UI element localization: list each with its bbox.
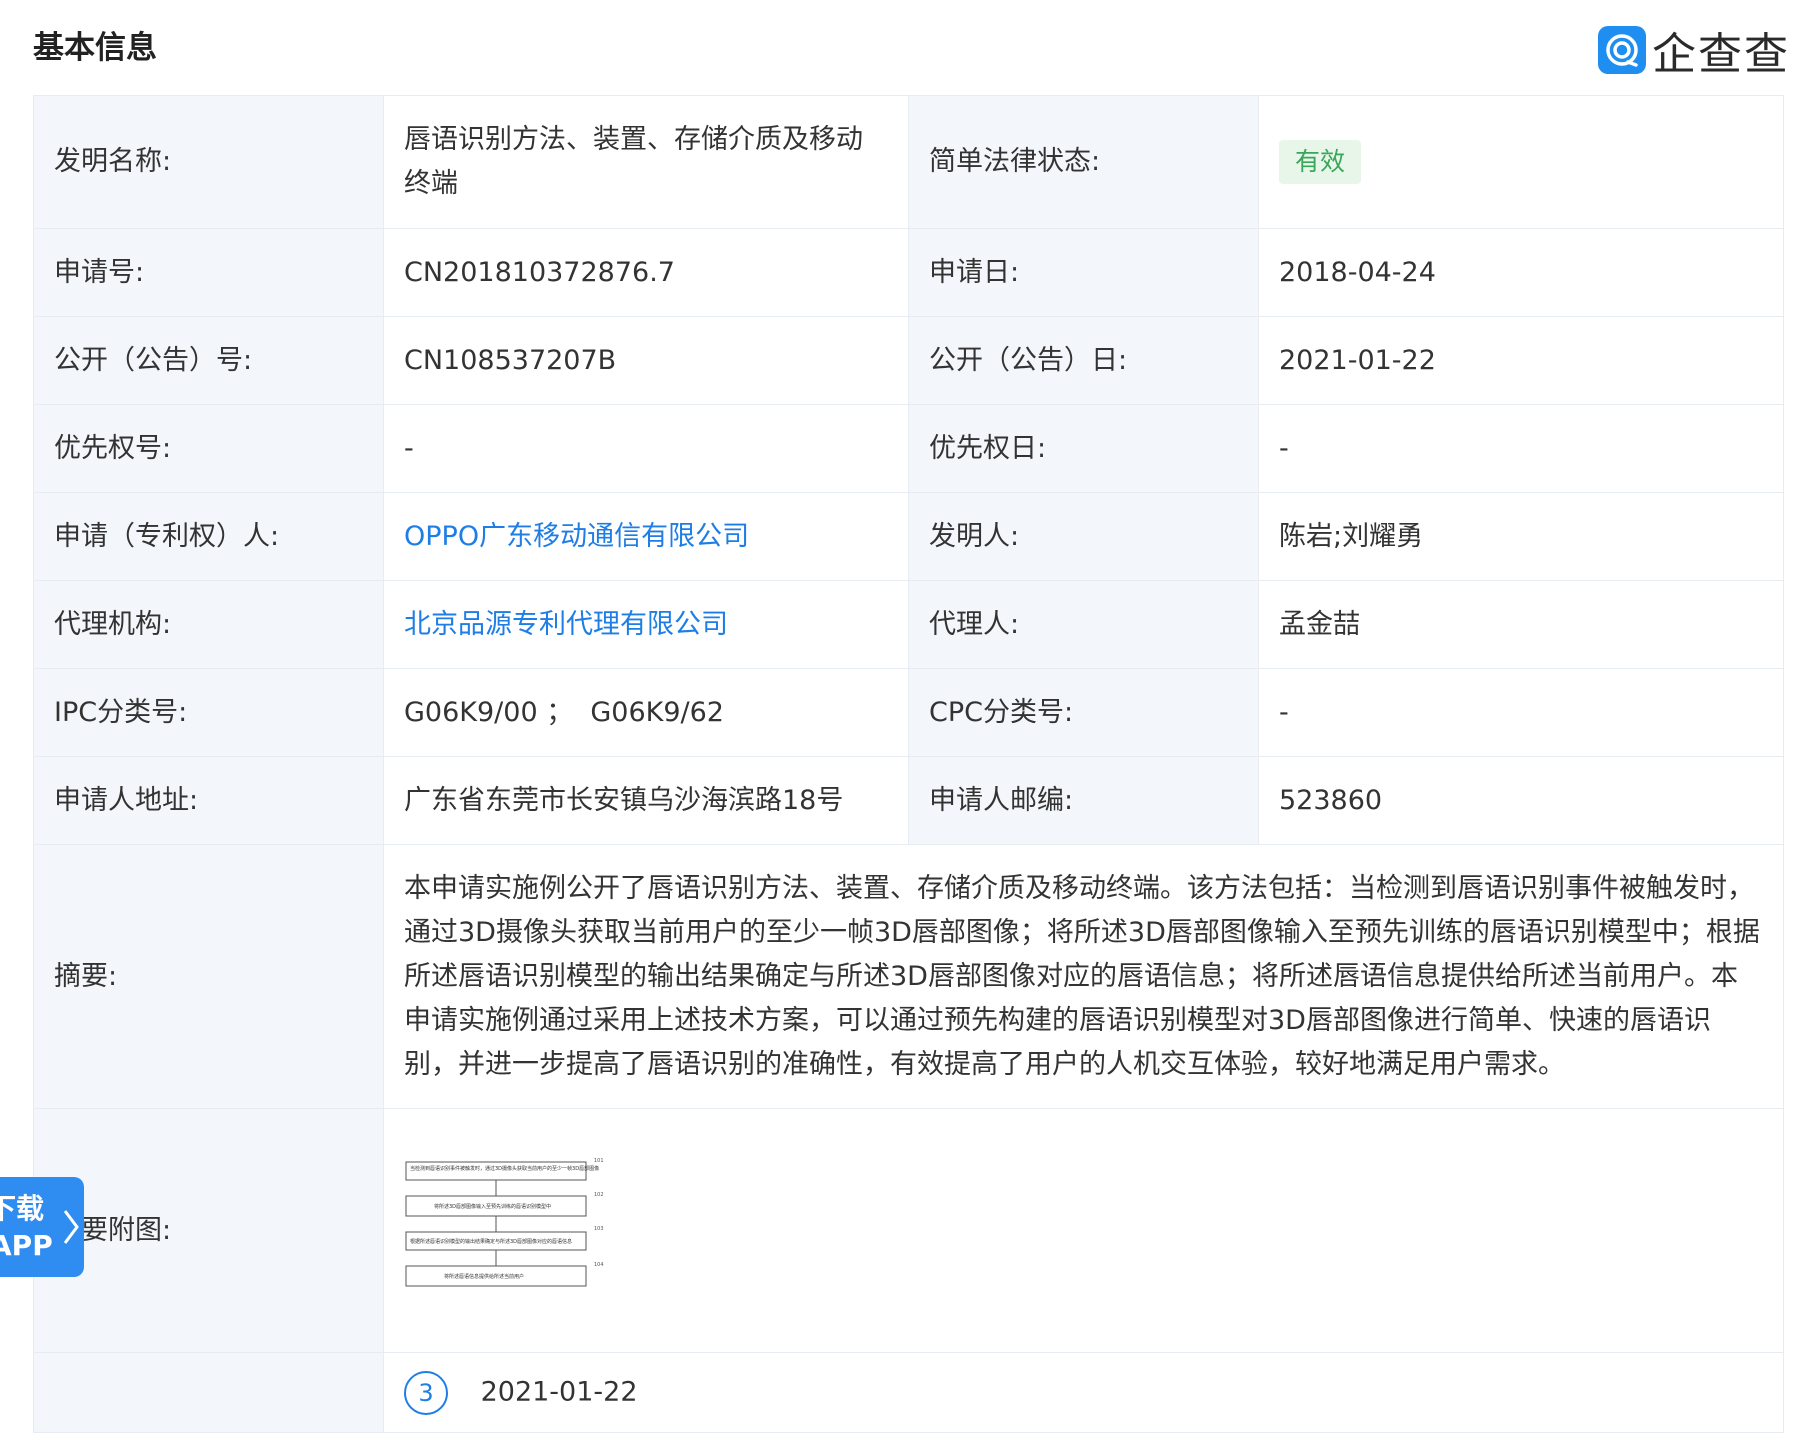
page-title: 基本信息 — [33, 30, 157, 66]
abstract-figure[interactable]: 当检测到唇语识别事件被触发时，通过3D摄像头获取当前用户的至少一帧3D唇部图像 … — [404, 1156, 614, 1306]
download-app-line1: 下载 — [0, 1192, 45, 1225]
publication-date-value: 2021-01-22 — [1258, 316, 1784, 405]
table-row: 3 2021-01-22 — [33, 1352, 1784, 1433]
table-row: 发明名称: 唇语识别方法、装置、存储介质及移动终端 简单法律状态: 有效 — [33, 95, 1784, 229]
field-label: IPC分类号: — [33, 668, 384, 757]
flow-step-num: 104 — [594, 1262, 604, 1268]
table-row: 申请人地址: 广东省东莞市长安镇乌沙海滨路18号 申请人邮编: 523860 — [33, 756, 1784, 845]
field-label: 代理机构: — [33, 580, 384, 669]
flow-step-num: 101 — [594, 1158, 604, 1164]
flow-step-text: 将所述唇语信息提供给所述当前用户 — [444, 1273, 524, 1280]
flow-step-text: 根据所述唇语识别模型的输出结果确定与所述3D唇部图像对应的唇语信息 — [410, 1238, 572, 1245]
field-label: 公开（公告）日: — [908, 316, 1259, 405]
agency-link[interactable]: 北京品源专利代理有限公司 — [404, 609, 728, 640]
table-row: 摘要: 本申请实施例公开了唇语识别方法、装置、存储介质及移动终端。该方法包括：当… — [33, 844, 1784, 1109]
status-badge: 有效 — [1279, 140, 1362, 184]
chevron-right-icon — [63, 1210, 79, 1244]
flow-step-num: 103 — [594, 1226, 604, 1232]
brand-logo: 企查查 — [1598, 18, 1790, 82]
address-value: 广东省东莞市长安镇乌沙海滨路18号 — [383, 756, 909, 845]
table-row: 优先权号: - 优先权日: - — [33, 404, 1784, 493]
field-label: 申请日: — [908, 228, 1259, 317]
field-label: 申请（专利权）人: — [33, 492, 384, 581]
field-label: 申请人邮编: — [908, 756, 1259, 845]
download-app-button[interactable]: 下载 APP — [0, 1177, 84, 1277]
table-row: 申请（专利权）人: OPPO广东移动通信有限公司 发明人: 陈岩;刘耀勇 — [33, 492, 1784, 581]
priority-date-value: - — [1258, 404, 1784, 493]
application-date-value: 2018-04-24 — [1258, 228, 1784, 317]
invention-name-value: 唇语识别方法、装置、存储介质及移动终端 — [383, 95, 909, 229]
flow-step-num: 102 — [594, 1192, 604, 1198]
flow-step-text: 将所述3D唇部图像输入至预先训练的唇语识别模型中 — [434, 1203, 551, 1210]
field-label: 摘要附图: — [33, 1108, 384, 1353]
download-app-line2: APP — [0, 1229, 53, 1262]
table-row: 公开（公告）号: CN108537207B 公开（公告）日: 2021-01-2… — [33, 316, 1784, 405]
field-label: 代理人: — [908, 580, 1259, 669]
qcc-logo-icon — [1598, 26, 1646, 74]
table-row: 申请号: CN201810372876.7 申请日: 2018-04-24 — [33, 228, 1784, 317]
publication-no-value: CN108537207B — [383, 316, 909, 405]
application-no-value: CN201810372876.7 — [383, 228, 909, 317]
field-label: 摘要: — [33, 844, 384, 1109]
flow-step: 将所述唇语信息提供给所述当前用户 104 — [405, 1262, 604, 1286]
table-row: IPC分类号: G06K9/00 ； G06K9/62 CPC分类号: - — [33, 668, 1784, 757]
applicant-link[interactable]: OPPO广东移动通信有限公司 — [404, 521, 749, 552]
flow-step: 将所述3D唇部图像输入至预先训练的唇语识别模型中 102 — [405, 1192, 604, 1216]
flow-step: 根据所述唇语识别模型的输出结果确定与所述3D唇部图像对应的唇语信息 103 — [405, 1226, 604, 1250]
field-label: 优先权日: — [908, 404, 1259, 493]
timeline-step-badge: 3 — [404, 1370, 448, 1415]
field-label: 申请号: — [33, 228, 384, 317]
inventor-value: 陈岩;刘耀勇 — [1258, 492, 1784, 581]
ipc-value: G06K9/00 ； G06K9/62 — [383, 668, 909, 757]
timeline-date: 2021-01-22 — [480, 1376, 638, 1408]
postcode-value: 523860 — [1258, 756, 1784, 845]
field-label: 发明人: — [908, 492, 1259, 581]
field-label: 简单法律状态: — [908, 95, 1259, 229]
flow-step-text: 当检测到唇语识别事件被触发时，通过3D摄像头获取当前用户的至少一帧3D唇部图像 — [410, 1165, 599, 1172]
field-label: 申请人地址: — [33, 756, 384, 845]
field-label: 公开（公告）号: — [33, 316, 384, 405]
field-label: 发明名称: — [33, 95, 384, 229]
field-label: CPC分类号: — [908, 668, 1259, 757]
agent-value: 孟金喆 — [1258, 580, 1784, 669]
basic-info-table: 发明名称: 唇语识别方法、装置、存储介质及移动终端 简单法律状态: 有效 申请号… — [33, 95, 1784, 1433]
table-row: 摘要附图: 当检测到唇语识别事件被触发时，通过3D摄像头获取当前用户的至少一帧3… — [33, 1108, 1784, 1353]
abstract-text: 本申请实施例公开了唇语识别方法、装置、存储介质及移动终端。该方法包括：当检测到唇… — [383, 844, 1784, 1109]
field-label: 优先权号: — [33, 404, 384, 493]
table-row: 代理机构: 北京品源专利代理有限公司 代理人: 孟金喆 — [33, 580, 1784, 669]
flow-step: 当检测到唇语识别事件被触发时，通过3D摄像头获取当前用户的至少一帧3D唇部图像 … — [405, 1158, 604, 1180]
priority-no-value: - — [383, 404, 909, 493]
cpc-value: - — [1258, 668, 1784, 757]
brand-name: 企查查 — [1652, 29, 1790, 80]
